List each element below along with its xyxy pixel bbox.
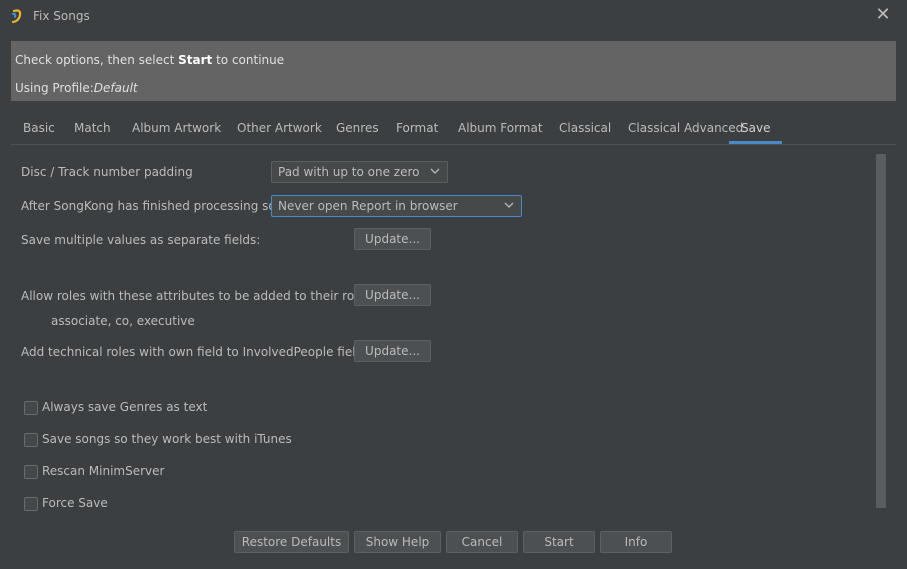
- tab-album-format[interactable]: Album Format: [458, 121, 543, 143]
- instructions-text: Check options, then select Start to cont…: [15, 53, 284, 67]
- tab-basic[interactable]: Basic: [23, 121, 55, 143]
- after-processing-select-value: Never open Report in browser: [278, 199, 458, 213]
- technical-roles-label: Add technical roles with own field to In…: [21, 345, 368, 359]
- window-title: Fix Songs: [33, 9, 90, 23]
- instructions-start-word: Start: [178, 53, 213, 67]
- songkong-app-icon: [11, 9, 22, 24]
- show-help-button[interactable]: Show Help: [354, 531, 441, 553]
- multiple-values-update-button[interactable]: Update...: [354, 228, 431, 250]
- chevron-down-icon: [430, 168, 440, 174]
- checkbox-label: Force Save: [42, 496, 108, 510]
- roles-update-button[interactable]: Update...: [354, 284, 431, 306]
- roles-label: Allow roles with these attributes to be …: [21, 289, 399, 303]
- checkbox-box[interactable]: [24, 497, 38, 511]
- checkbox-label: Save songs so they work best with iTunes: [42, 432, 292, 446]
- tab-save[interactable]: Save: [729, 121, 783, 144]
- tab-format[interactable]: Format: [396, 121, 438, 143]
- after-processing-label: After SongKong has finished processing s…: [21, 199, 298, 213]
- instructions-suffix: to continue: [212, 53, 285, 67]
- technical-roles-update-button[interactable]: Update...: [354, 340, 431, 362]
- multiple-values-label: Save multiple values as separate fields:: [21, 233, 261, 247]
- profile-name: Default: [93, 81, 138, 95]
- checkbox-label: Always save Genres as text: [42, 400, 208, 414]
- restore-defaults-button[interactable]: Restore Defaults: [234, 531, 349, 553]
- tab-classical-advanced[interactable]: Classical Advanced: [628, 121, 743, 143]
- checkbox-box[interactable]: [24, 433, 38, 447]
- checkbox-label: Rescan MinimServer: [42, 464, 165, 478]
- chevron-down-icon: [504, 202, 514, 208]
- checkbox-box[interactable]: [24, 401, 38, 415]
- roles-value: associate, co, executive: [51, 314, 195, 328]
- title-bar: Fix Songs ✕: [0, 0, 907, 33]
- tab-bar: Basic Match Album Artwork Other Artwork …: [11, 114, 896, 145]
- checkbox-box[interactable]: [24, 465, 38, 479]
- tab-other-artwork[interactable]: Other Artwork: [237, 121, 322, 143]
- start-button[interactable]: Start: [523, 531, 595, 553]
- tab-album-artwork[interactable]: Album Artwork: [132, 121, 221, 143]
- close-icon[interactable]: ✕: [872, 5, 894, 27]
- info-button[interactable]: Info: [600, 531, 672, 553]
- tab-classical[interactable]: Classical: [559, 121, 611, 143]
- tab-genres[interactable]: Genres: [336, 121, 379, 143]
- cancel-button[interactable]: Cancel: [446, 531, 518, 553]
- padding-label: Disc / Track number padding: [21, 165, 193, 179]
- profile-label: Using Profile:: [15, 81, 94, 95]
- padding-select[interactable]: Pad with up to one zero: [271, 161, 448, 183]
- instructions-panel: Check options, then select Start to cont…: [11, 41, 896, 101]
- profile-text: Using Profile:Default: [15, 81, 138, 95]
- tab-match[interactable]: Match: [74, 121, 111, 143]
- padding-select-value: Pad with up to one zero: [278, 165, 420, 179]
- instructions-prefix: Check options, then select: [15, 53, 179, 67]
- after-processing-select[interactable]: Never open Report in browser: [271, 195, 522, 217]
- vertical-scrollbar[interactable]: [876, 154, 886, 508]
